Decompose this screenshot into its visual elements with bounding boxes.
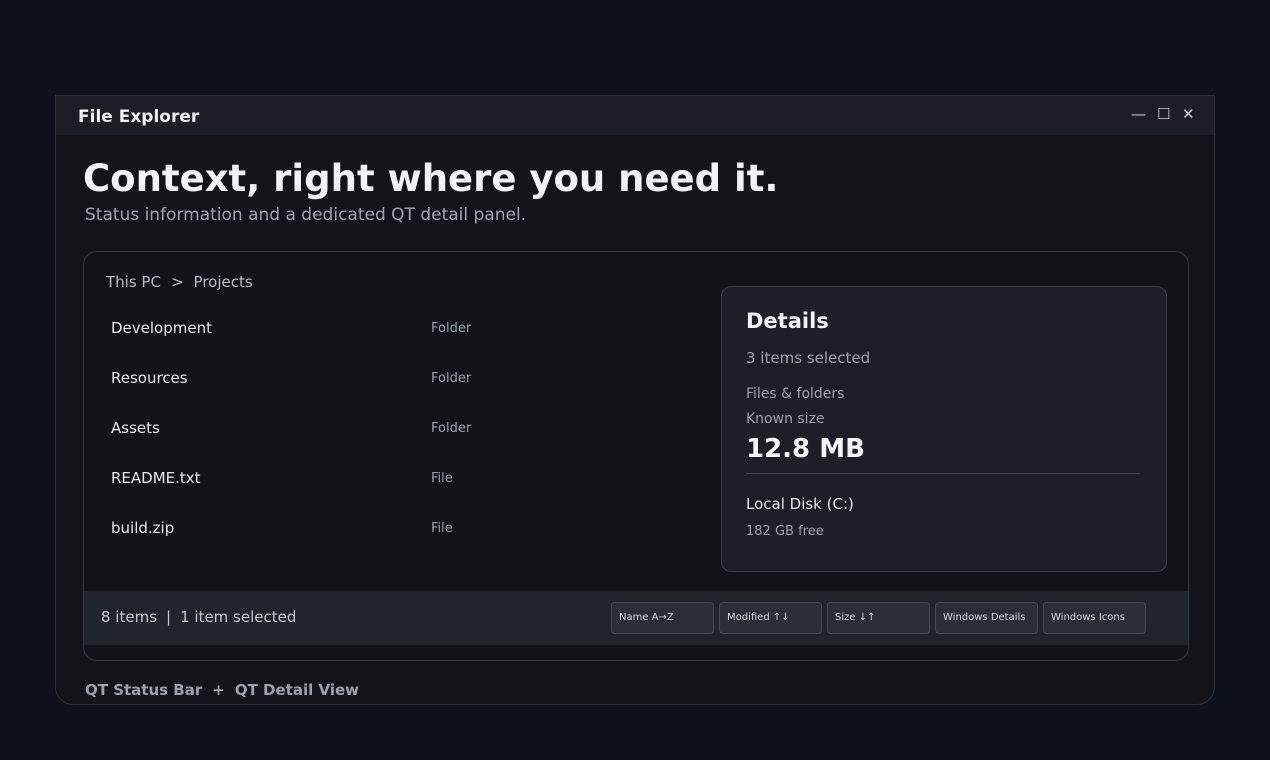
status-selection: 1 item selected <box>180 608 297 626</box>
details-title: Details <box>746 309 829 333</box>
file-row-resources[interactable]: Resources Folder <box>84 355 704 405</box>
window-title: File Explorer <box>78 107 200 127</box>
file-name: README.txt <box>111 469 201 487</box>
file-type: File <box>431 521 453 536</box>
file-row-build-zip[interactable]: build.zip File <box>84 505 704 555</box>
file-row-readme[interactable]: README.txt File <box>84 455 704 505</box>
details-files-label: Files & folders <box>746 386 845 402</box>
file-type: File <box>431 471 453 486</box>
maximize-icon[interactable]: ☐ <box>1157 105 1170 123</box>
details-size-label: Known size <box>746 411 825 427</box>
status-separator: | <box>166 608 172 626</box>
file-row-assets[interactable]: Assets Folder <box>84 405 704 455</box>
sort-name-button[interactable]: Name A→Z <box>611 602 714 634</box>
breadcrumb: This PC > Projects <box>106 273 253 291</box>
title-bar: File Explorer — ☐ ✕ <box>56 96 1214 135</box>
details-panel: Details 3 items selected Files & folders… <box>721 286 1167 572</box>
details-disk-name: Local Disk (C:) <box>746 495 854 513</box>
status-text: 8 items | 1 item selected <box>101 608 296 626</box>
details-divider <box>746 473 1140 474</box>
breadcrumb-root[interactable]: This PC <box>106 273 161 291</box>
status-item-count: 8 items <box>101 608 158 626</box>
file-type: Folder <box>431 371 472 386</box>
footer-detail-view-label: QT Detail View <box>234 681 359 699</box>
footer-status-bar-label: QT Status Bar <box>85 681 203 699</box>
breadcrumb-current[interactable]: Projects <box>194 273 253 291</box>
file-type: Folder <box>431 321 472 336</box>
file-name: Resources <box>111 369 188 387</box>
sort-modified-button[interactable]: Modified ↑↓ <box>719 602 822 634</box>
view-details-button[interactable]: Windows Details <box>935 602 1038 634</box>
view-icons-button[interactable]: Windows Icons <box>1043 602 1146 634</box>
file-name: Development <box>111 319 212 337</box>
status-bar: 8 items | 1 item selected Name A→Z Modifie… <box>84 591 1188 645</box>
details-selection-count: 3 items selected <box>746 349 871 367</box>
file-explorer-window: File Explorer — ☐ ✕ Context, right where… <box>55 95 1215 705</box>
file-name: Assets <box>111 419 160 437</box>
page-headline: Context, right where you need it. <box>83 157 779 200</box>
explorer-panel: This PC > Projects Development Folder Reso… <box>83 251 1189 661</box>
footer-plus: + <box>212 681 225 699</box>
details-size-value: 12.8 MB <box>746 434 865 464</box>
close-icon[interactable]: ✕ <box>1182 105 1195 123</box>
details-disk-free: 182 GB free <box>746 524 824 539</box>
file-name: build.zip <box>111 519 175 537</box>
file-row-development[interactable]: Development Folder <box>84 305 704 355</box>
sort-size-button[interactable]: Size ↓↑ <box>827 602 930 634</box>
breadcrumb-separator: > <box>170 273 184 291</box>
page-subheadline: Status information and a dedicated QT de… <box>85 205 527 225</box>
minimize-icon[interactable]: — <box>1131 105 1146 123</box>
footer-caption: QT Status Bar + QT Detail View <box>85 681 359 699</box>
file-type: Folder <box>431 421 472 436</box>
